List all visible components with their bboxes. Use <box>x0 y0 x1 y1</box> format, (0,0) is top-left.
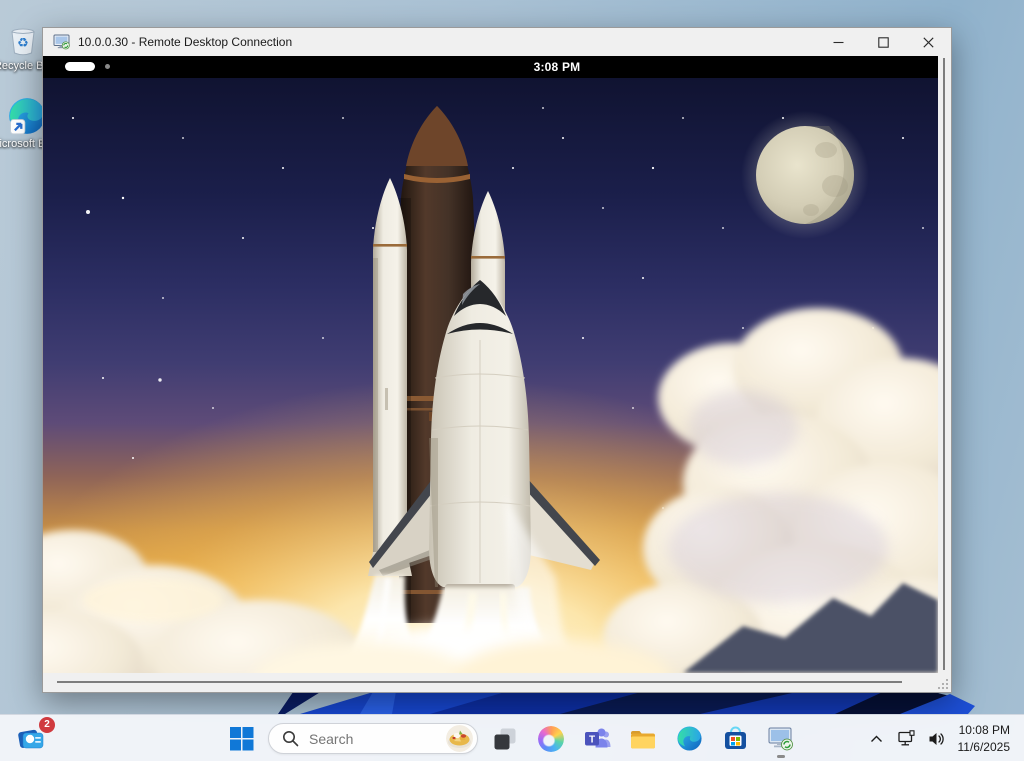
taskbar-chat-button[interactable]: 2 <box>14 722 48 756</box>
teams-icon: T <box>584 725 611 752</box>
network-tray-button[interactable] <box>894 724 920 754</box>
edge-button[interactable] <box>670 719 708 759</box>
store-icon <box>722 725 749 752</box>
tray-chevron-button[interactable] <box>864 724 890 754</box>
search-daily-image[interactable] <box>446 725 473 752</box>
remote-wallpaper-shuttle <box>43 78 938 673</box>
vertical-scrollbar-thumb[interactable] <box>943 58 945 670</box>
edge-icon <box>7 96 47 136</box>
remote-status-pill <box>65 62 95 71</box>
taskbar: 2 <box>0 714 1024 761</box>
copilot-icon <box>538 726 564 752</box>
volume-tray-button[interactable] <box>924 724 950 754</box>
rdp-window: 10.0.0.30 - Remote Desktop Connection 3:… <box>42 27 952 693</box>
speaker-icon <box>928 731 946 747</box>
remote-desktop-taskbar-button[interactable] <box>762 719 800 759</box>
edge-icon <box>676 725 703 752</box>
task-view-button[interactable] <box>486 719 524 759</box>
remote-desktop-icon <box>767 726 795 752</box>
task-view-icon <box>492 726 518 752</box>
file-explorer-button[interactable] <box>624 719 662 759</box>
remote-session-view[interactable]: 3:08 PM <box>43 56 938 673</box>
window-title: 10.0.0.30 - Remote Desktop Connection <box>78 35 292 49</box>
vertical-scrollbar[interactable] <box>938 56 951 673</box>
minimize-button[interactable] <box>816 28 861 56</box>
search-input[interactable] <box>309 731 429 747</box>
close-button[interactable] <box>906 28 951 56</box>
tray-clock[interactable]: 10:08 PM 11/6/2025 <box>954 722 1017 754</box>
remote-status-bar: 3:08 PM <box>43 56 938 78</box>
start-button[interactable] <box>222 719 260 759</box>
network-icon <box>898 730 916 747</box>
horizontal-scrollbar-thumb[interactable] <box>57 681 902 683</box>
remote-status-dot <box>105 64 110 69</box>
notification-badge: 2 <box>39 717 55 733</box>
tray-time: 10:08 PM <box>959 722 1010 738</box>
rdp-titlebar[interactable]: 10.0.0.30 - Remote Desktop Connection <box>43 28 951 56</box>
resize-grip[interactable] <box>938 679 948 689</box>
remote-desktop-icon <box>53 34 71 50</box>
maximize-button[interactable] <box>861 28 906 56</box>
chevron-up-icon <box>870 735 883 743</box>
teams-button[interactable]: T <box>578 719 616 759</box>
horizontal-scrollbar[interactable] <box>43 673 951 692</box>
windows-start-icon <box>229 726 254 751</box>
store-button[interactable] <box>716 719 754 759</box>
search-box[interactable] <box>268 723 478 754</box>
svg-text:T: T <box>588 735 594 746</box>
desktop: ♻ Recycle Bin Microsoft Edge <box>0 0 1024 761</box>
recycle-bin-icon: ♻ <box>5 22 41 58</box>
svg-text:♻: ♻ <box>17 36 29 51</box>
copilot-button[interactable] <box>532 719 570 759</box>
folder-icon <box>629 725 657 753</box>
search-icon <box>282 730 299 747</box>
tray-date: 11/6/2025 <box>958 739 1011 755</box>
running-indicator <box>777 755 785 758</box>
remote-clock: 3:08 PM <box>522 60 592 74</box>
